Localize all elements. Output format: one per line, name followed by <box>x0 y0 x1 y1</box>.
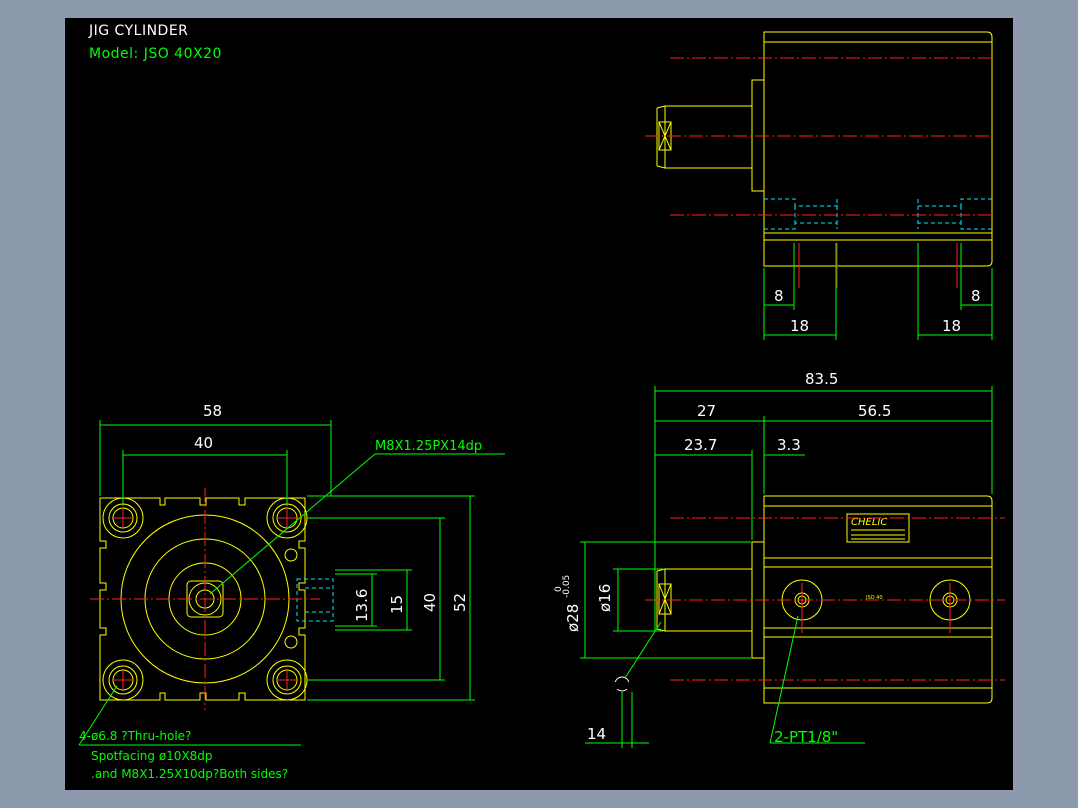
dim-front-slot-15: 15 <box>388 595 406 614</box>
dim-front-height-40: 40 <box>421 593 439 612</box>
dim-front-slot-13-6: 13.6 <box>353 589 371 622</box>
side-port <box>284 548 298 562</box>
dim-side-14: 14 <box>587 725 606 743</box>
top-view-rod <box>664 105 752 169</box>
cad-drawing: 8 8 18 18 58 40 M8X1.25PX14dp 52 40 15 1… <box>78 31 1005 781</box>
hidden-slot <box>296 578 334 622</box>
note-hole-line1: 4-ø6.8 ?Thru-hole? <box>79 729 191 743</box>
dim-side-27: 27 <box>697 402 716 420</box>
dim-side-23-7: 23.7 <box>684 436 717 454</box>
dim-side-rod-diameter: ø16 <box>596 584 614 612</box>
dim-side-body-diameter: ø28 <box>564 604 582 632</box>
dim-top-right-8: 8 <box>971 287 981 305</box>
hidden-bore-right <box>917 198 992 230</box>
top-view-rod-end <box>656 105 666 109</box>
dim-side-56-5: 56.5 <box>858 402 891 420</box>
dim-top-left-8: 8 <box>774 287 784 305</box>
top-view-rod-end <box>656 165 666 169</box>
side-view: CHELIC JSO 40 83.5 27 56.5 23.7 3.3 ø16 … <box>554 370 1005 748</box>
top-view: 8 8 18 18 <box>645 31 993 340</box>
dim-top-left-18: 18 <box>790 317 809 335</box>
dim-top-right-18: 18 <box>942 317 961 335</box>
tol-lower: -0.05 <box>562 575 572 598</box>
dim-front-width-40: 40 <box>194 434 213 452</box>
front-view: 58 40 M8X1.25PX14dp 52 40 15 13.6 4-ø6.8… <box>78 402 505 781</box>
dim-front-width-58: 58 <box>203 402 222 420</box>
callout-thread: M8X1.25PX14dp <box>375 439 482 454</box>
dim-front-height-52: 52 <box>451 593 469 612</box>
note-hole-line2: Spotfacing ø10X8dp <box>91 749 213 763</box>
note-hole-line3: .and M8X1.25X10dp?Both sides? <box>91 767 288 781</box>
top-view-body <box>763 31 993 267</box>
drawing-canvas: JIG CYLINDER Model: JSO 40X20 8 8 18 18 … <box>65 18 1013 790</box>
rod-end-mask <box>614 682 630 689</box>
side-port <box>284 635 298 649</box>
hidden-bore-left <box>764 198 838 230</box>
callout-port: 2-PT1/8" <box>774 728 838 746</box>
dim-side-3-3: 3.3 <box>777 436 801 454</box>
dim-side-total: 83.5 <box>805 370 838 388</box>
brand-label: CHELIC <box>851 517 887 528</box>
